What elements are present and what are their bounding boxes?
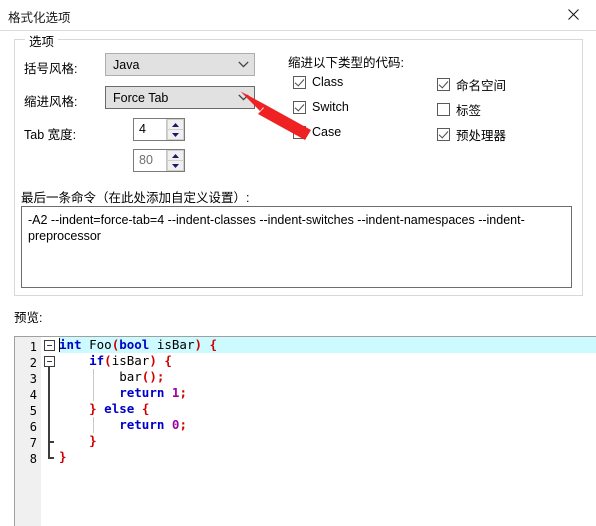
code-line: bar(); bbox=[59, 369, 165, 384]
spinner-up-icon[interactable] bbox=[167, 150, 184, 160]
checkbox-preprocessor[interactable]: 预处理器 bbox=[437, 125, 506, 144]
checkbox-namespace-label: 命名空间 bbox=[456, 79, 507, 93]
indent-style-combo[interactable]: Force Tab bbox=[105, 86, 255, 109]
chevron-down-icon bbox=[232, 61, 254, 68]
window-title: 格式化选项 bbox=[8, 11, 71, 25]
line-number: 2 bbox=[29, 356, 37, 370]
checkbox-class-label: Class bbox=[312, 75, 344, 89]
code-line: int Foo(bool isBar) { bbox=[59, 337, 596, 353]
close-icon[interactable] bbox=[550, 0, 596, 29]
checkbox-box-icon bbox=[293, 75, 306, 89]
indent-style-label: 缩进风格: bbox=[24, 95, 78, 109]
code-line: } bbox=[89, 433, 97, 448]
fold-toggle-icon[interactable] bbox=[44, 356, 55, 367]
line-number-gutter: 1 2 3 4 5 6 7 8 bbox=[15, 337, 42, 526]
checkbox-label[interactable]: 标签 bbox=[437, 100, 481, 119]
checkbox-box-icon bbox=[293, 100, 306, 114]
options-groupbox-legend: 选项 bbox=[25, 31, 59, 50]
preview-code-editor[interactable]: 1 2 3 4 5 6 7 8 int Foo(bool isBar) { if… bbox=[14, 336, 596, 526]
max-column-spinner[interactable]: 80 bbox=[133, 149, 185, 172]
spinner-down-icon[interactable] bbox=[167, 160, 184, 171]
checkbox-namespace[interactable]: 命名空间 bbox=[437, 75, 506, 94]
bracket-style-combo[interactable]: Java bbox=[105, 53, 255, 76]
checkbox-box-icon bbox=[293, 125, 306, 139]
code-line: return 1; bbox=[119, 385, 187, 400]
text-cursor bbox=[59, 338, 60, 352]
indent-types-title: 缩进以下类型的代码: bbox=[288, 56, 404, 70]
checkbox-switch[interactable]: Switch bbox=[293, 100, 349, 114]
checkbox-case-label: Case bbox=[312, 125, 342, 139]
line-number: 7 bbox=[29, 436, 37, 450]
code-text-area[interactable]: int Foo(bool isBar) { if(isBar) { bar();… bbox=[59, 337, 596, 526]
checkbox-box-icon bbox=[437, 103, 450, 116]
code-line: if(isBar) { bbox=[89, 353, 172, 368]
checkbox-class[interactable]: Class bbox=[293, 75, 343, 89]
line-number: 8 bbox=[29, 452, 37, 466]
fold-branch bbox=[48, 441, 54, 443]
checkbox-switch-label: Switch bbox=[312, 100, 349, 114]
code-line: } bbox=[59, 449, 67, 464]
checkbox-case[interactable]: Case bbox=[293, 125, 341, 139]
line-number: 3 bbox=[29, 372, 37, 386]
fold-stem bbox=[48, 367, 50, 459]
checkbox-box-icon bbox=[437, 78, 450, 91]
bracket-style-label: 括号风格: bbox=[24, 62, 78, 76]
code-line: return 0; bbox=[119, 417, 187, 432]
line-number: 5 bbox=[29, 404, 37, 418]
tab-width-spin-buttons bbox=[166, 119, 184, 140]
indent-style-value: Force Tab bbox=[113, 90, 169, 105]
fold-toggle-icon[interactable] bbox=[44, 340, 55, 351]
max-column-spin-buttons bbox=[166, 150, 184, 171]
checkbox-label-label: 标签 bbox=[456, 104, 482, 118]
spinner-up-icon[interactable] bbox=[167, 119, 184, 129]
tab-width-spinner[interactable]: 4 bbox=[133, 118, 185, 141]
line-number: 1 bbox=[29, 340, 37, 354]
code-folding-margin[interactable] bbox=[41, 337, 59, 526]
tab-width-label: Tab 宽度: bbox=[24, 128, 77, 142]
command-label: 最后一条命令（在此处添加自定义设置）: bbox=[21, 191, 250, 205]
max-column-value: 80 bbox=[139, 153, 153, 167]
fold-end bbox=[48, 457, 54, 459]
code-line: } else { bbox=[89, 401, 150, 416]
bracket-style-value: Java bbox=[113, 57, 140, 72]
command-textarea[interactable]: -A2 --indent=force-tab=4 --indent-classe… bbox=[21, 206, 572, 288]
window-titlebar: 格式化选项 bbox=[0, 0, 596, 31]
line-number: 4 bbox=[29, 388, 37, 402]
chevron-down-icon bbox=[232, 94, 254, 101]
spinner-down-icon[interactable] bbox=[167, 129, 184, 140]
tab-width-value: 4 bbox=[139, 122, 146, 136]
line-number: 6 bbox=[29, 420, 37, 434]
checkbox-preprocessor-label: 预处理器 bbox=[456, 129, 507, 143]
preview-label: 预览: bbox=[14, 311, 43, 325]
checkbox-box-icon bbox=[437, 128, 450, 141]
